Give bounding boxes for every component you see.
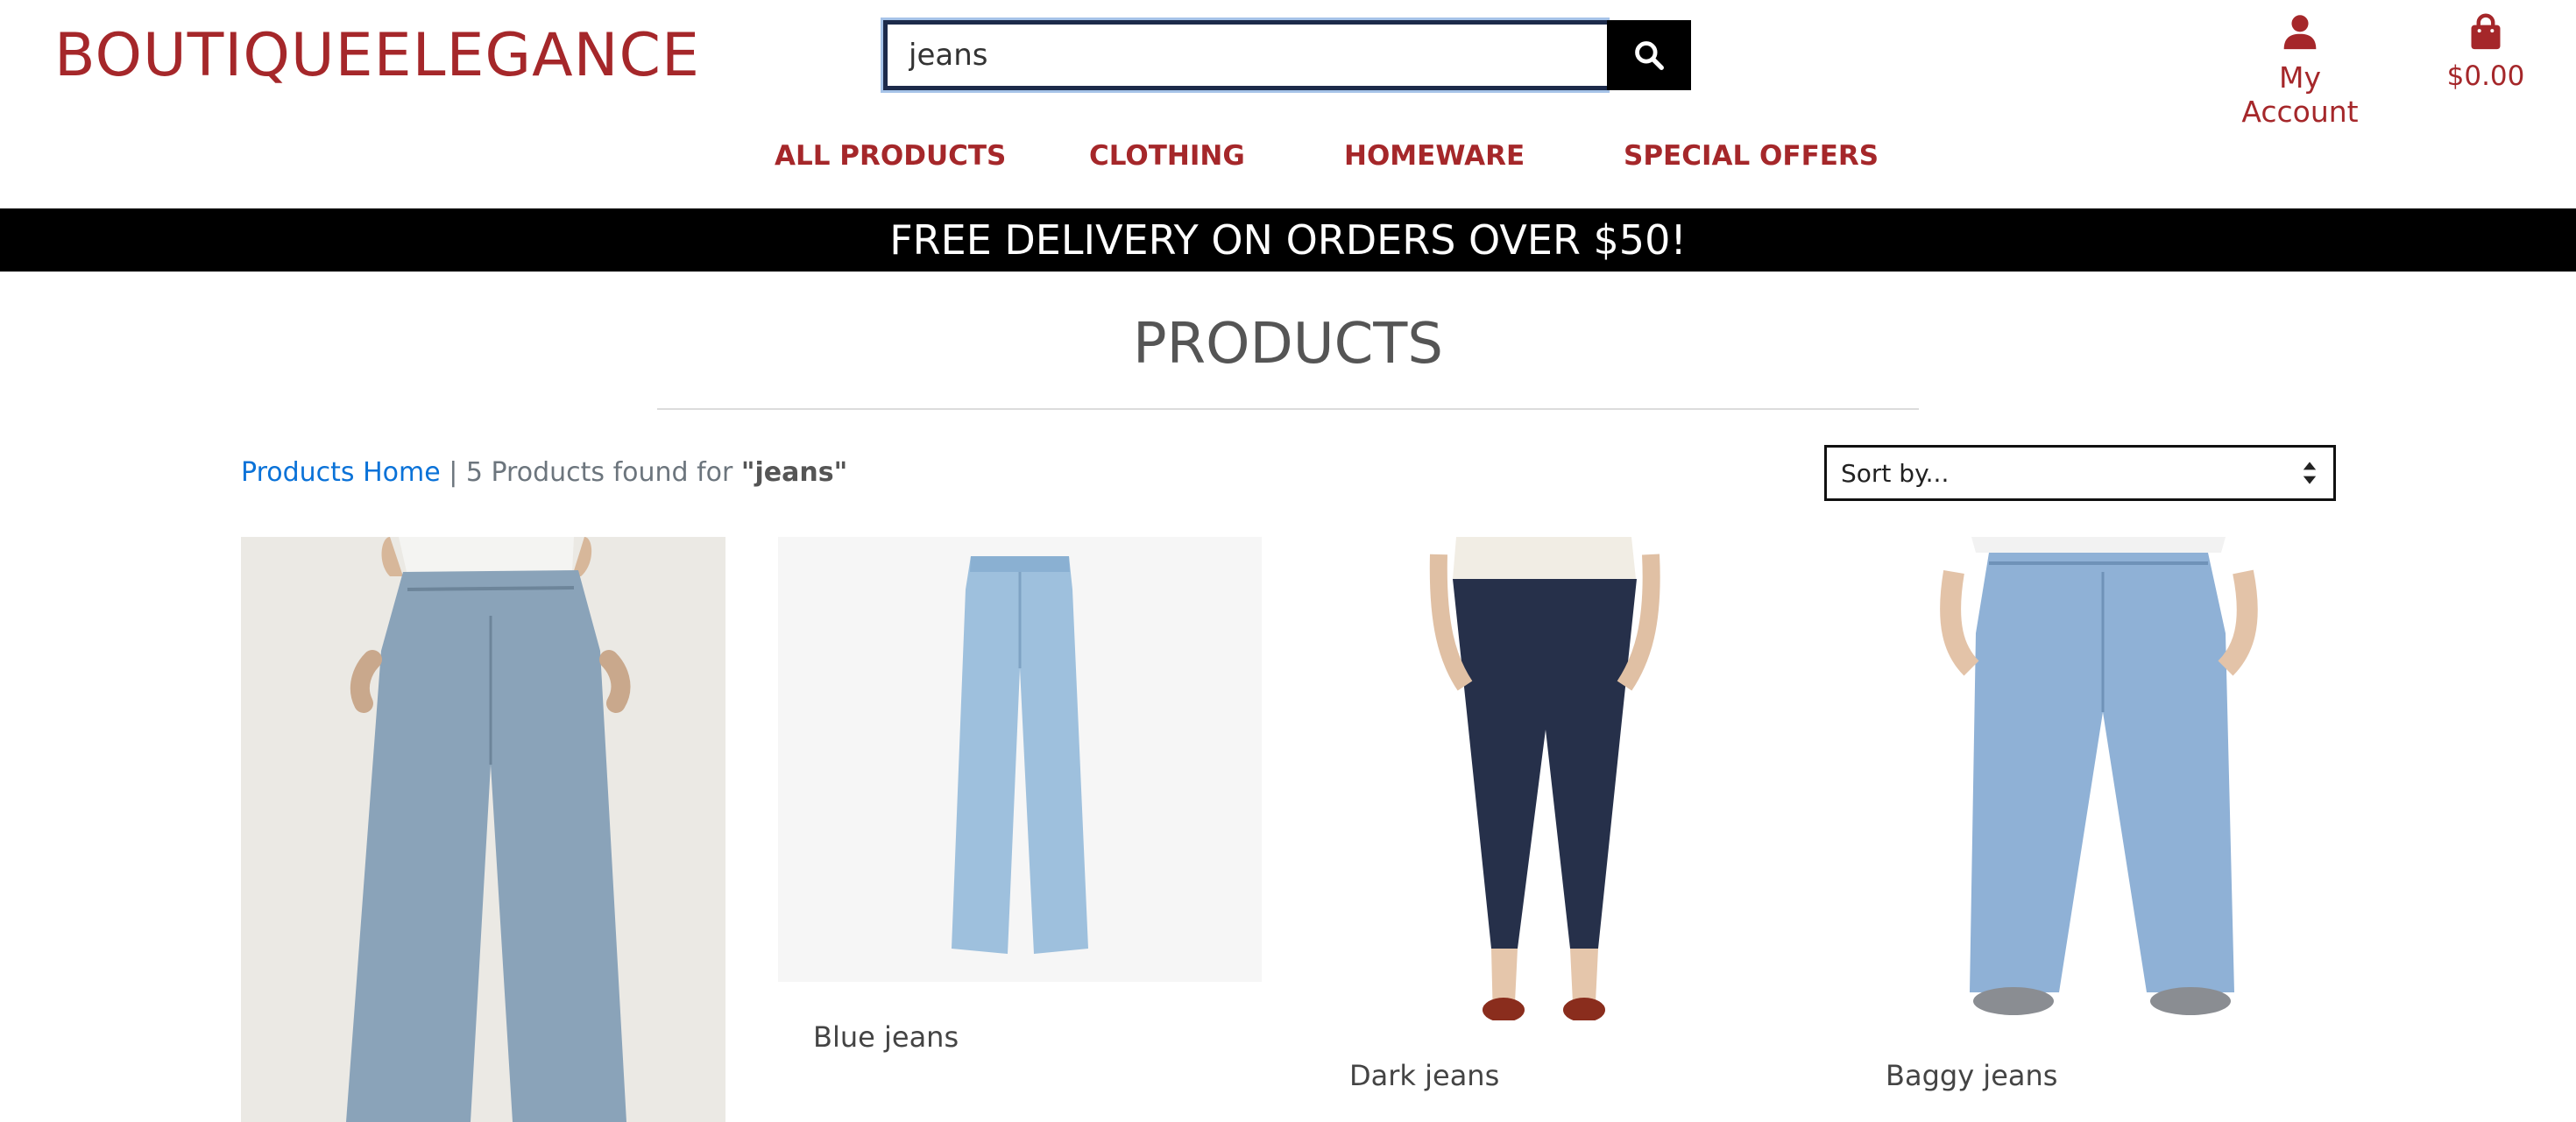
wide-leg-jeans-photo — [241, 537, 725, 1122]
sort-select[interactable]: Sort by... — [1824, 445, 2336, 501]
blue-jeans-photo — [778, 537, 1262, 982]
user-icon — [2283, 15, 2317, 50]
delivery-banner: FREE DELIVERY ON ORDERS OVER $50! — [0, 208, 2576, 272]
product-image-wide-leg-jeans[interactable] — [241, 537, 725, 1122]
my-account-link[interactable]: My Account — [2223, 12, 2377, 129]
cart-link[interactable]: $0.00 — [2439, 12, 2532, 92]
search-icon — [1635, 41, 1664, 70]
breadcrumb-separator: | — [449, 457, 458, 488]
breadcrumb: Products Home | 5 Products found for "je… — [241, 457, 847, 488]
sort-select-value: Sort by... — [1841, 458, 1950, 488]
dark-jeans-photo — [1412, 537, 1675, 1020]
search-button[interactable] — [1607, 20, 1691, 90]
results-count: 5 Products found for — [465, 457, 733, 488]
nav-clothing[interactable]: CLOTHING — [1089, 140, 1245, 172]
product-name[interactable]: Dark jeans — [1349, 1059, 1499, 1092]
nav-special-offers[interactable]: SPECIAL OFFERS — [1624, 140, 1879, 172]
search-input[interactable] — [881, 18, 1610, 93]
nav-homeware[interactable]: HOMEWARE — [1344, 140, 1525, 172]
cart-total: $0.00 — [2446, 60, 2525, 92]
product-image-baggy-jeans[interactable] — [1928, 537, 2269, 1020]
products-home-link[interactable]: Products Home — [241, 457, 441, 488]
product-name[interactable]: Baggy jeans — [1886, 1059, 2057, 1092]
product-name[interactable]: Blue jeans — [813, 1020, 959, 1054]
product-image-dark-jeans[interactable] — [1412, 537, 1675, 1020]
search-query: "jeans" — [740, 457, 848, 488]
nav-all-products[interactable]: ALL PRODUCTS — [775, 140, 1006, 172]
shopping-bag-icon — [2471, 13, 2501, 50]
sort-arrows-icon — [2303, 462, 2317, 484]
my-account-label: My Account — [2241, 60, 2359, 129]
page-title: PRODUCTS — [1133, 312, 1443, 377]
baggy-jeans-photo — [1928, 537, 2269, 1020]
search-bar — [881, 18, 1691, 93]
brand-logo[interactable]: BOUTIQUEELEGANCE — [54, 21, 700, 90]
title-divider — [657, 408, 1919, 410]
product-image-blue-jeans[interactable] — [778, 537, 1262, 982]
